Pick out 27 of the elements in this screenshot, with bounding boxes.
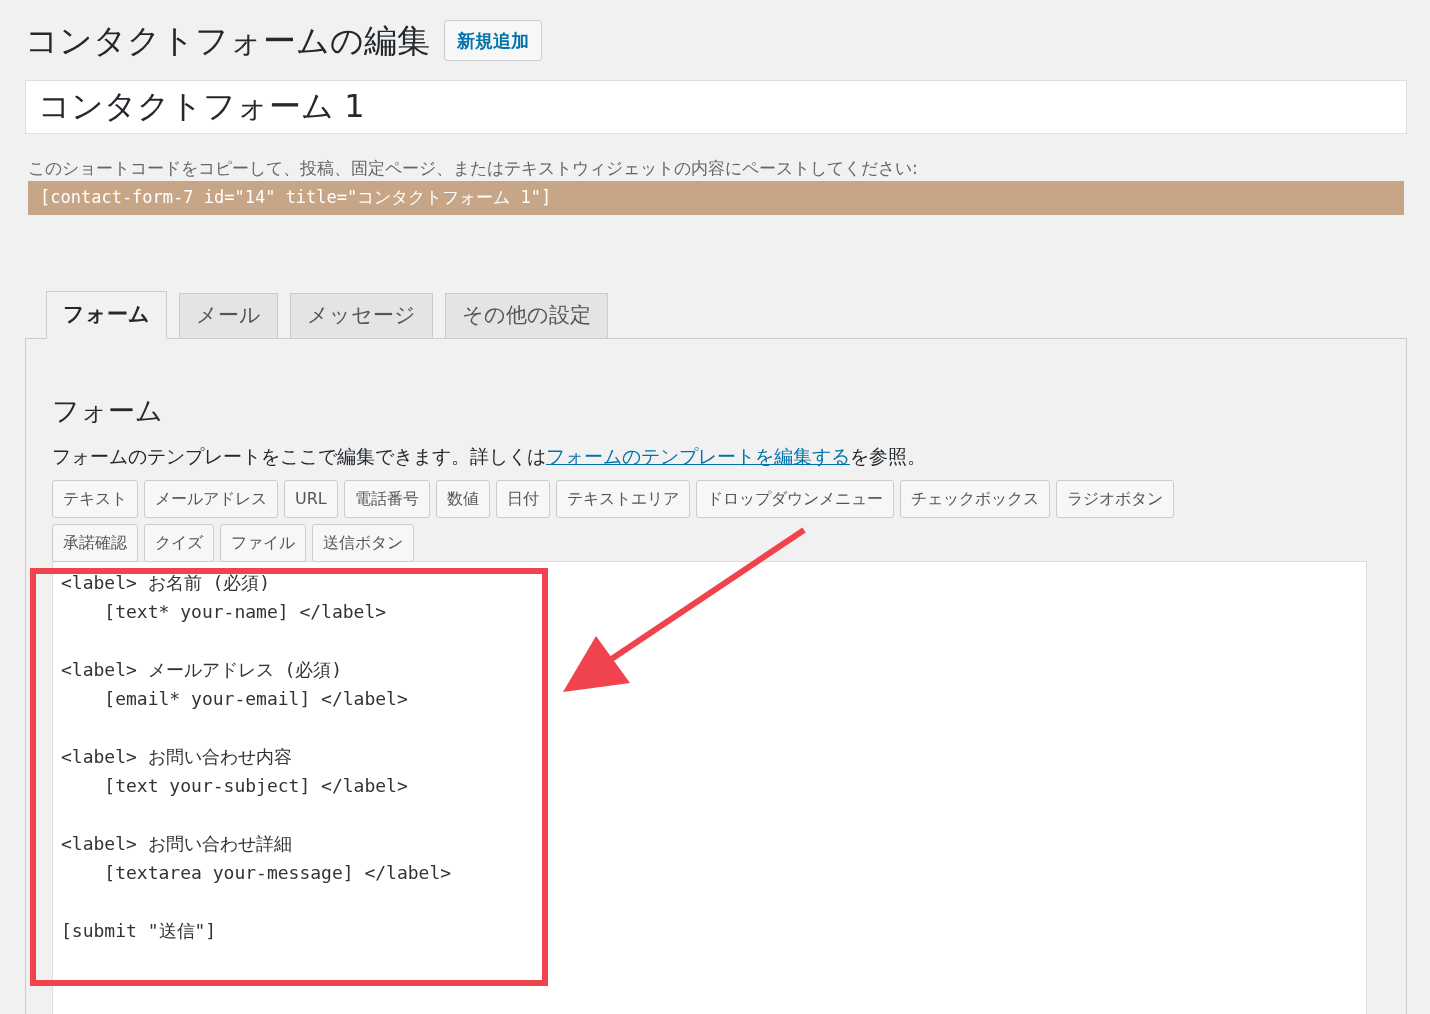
tag-generator-button[interactable]: 数値 (435, 480, 490, 518)
tag-generator-button[interactable]: ファイル (220, 524, 306, 562)
tag-generator-button[interactable]: URL (284, 480, 338, 518)
tag-generator-button[interactable]: テキスト (52, 480, 138, 518)
tag-generator-button[interactable]: 承諾確認 (52, 524, 138, 562)
tag-generator-button[interactable]: ドロップダウンメニュー (695, 480, 894, 518)
tag-generator-button[interactable]: チェックボックス (899, 480, 1050, 518)
section-heading: フォーム (52, 394, 164, 428)
tag-generator-button[interactable]: ラジオボタン (1055, 480, 1174, 518)
section-description: フォームのテンプレートをここで編集できます。詳しくはフォームのテンプレートを編集する を参照。 (52, 443, 927, 469)
title-field[interactable]: コンタクトフォーム 1 (25, 79, 1407, 134)
template-help-link[interactable]: フォームのテンプレートを編集する (546, 444, 850, 467)
tag-generator-button[interactable]: 日付 (495, 480, 550, 518)
tag-generator-button[interactable]: テキストエリア (555, 480, 690, 518)
add-new-button[interactable]: 新規追加 (444, 20, 542, 62)
template-editor[interactable]: <label> お名前 (必須) [text* your-name] </label> <label> メールアドレス (必須) [email* your-email] </label> <label> お問い合わせ内容 [text your-subject] </label> <label> お問い合わせ詳細 [textarea your-message] </label> [submit "送信"] (52, 561, 1367, 1014)
tag-generator-button[interactable]: クイズ (144, 524, 214, 562)
tab[interactable]: フォーム (46, 291, 167, 339)
tag-generator-button[interactable]: メールアドレス (144, 480, 278, 518)
shortcode-hint: このショートコードをコピーして、投稿、固定ページ、またはテキストウィジェットの内容にペーストしてください: (28, 156, 919, 180)
tab[interactable]: その他の設定 (445, 293, 608, 339)
tag-generator-button[interactable]: 電話番号 (343, 480, 430, 518)
page-title: コンタクトフォームの編集 (25, 20, 430, 62)
shortcode-bar: [contact-form-7 id="14" title="コンタクトフォーム 1"] (28, 181, 1404, 215)
tab[interactable]: メール (179, 293, 278, 339)
tag-generator-button[interactable]: 送信ボタン (312, 524, 414, 562)
tab[interactable]: メッセージ (290, 293, 433, 339)
